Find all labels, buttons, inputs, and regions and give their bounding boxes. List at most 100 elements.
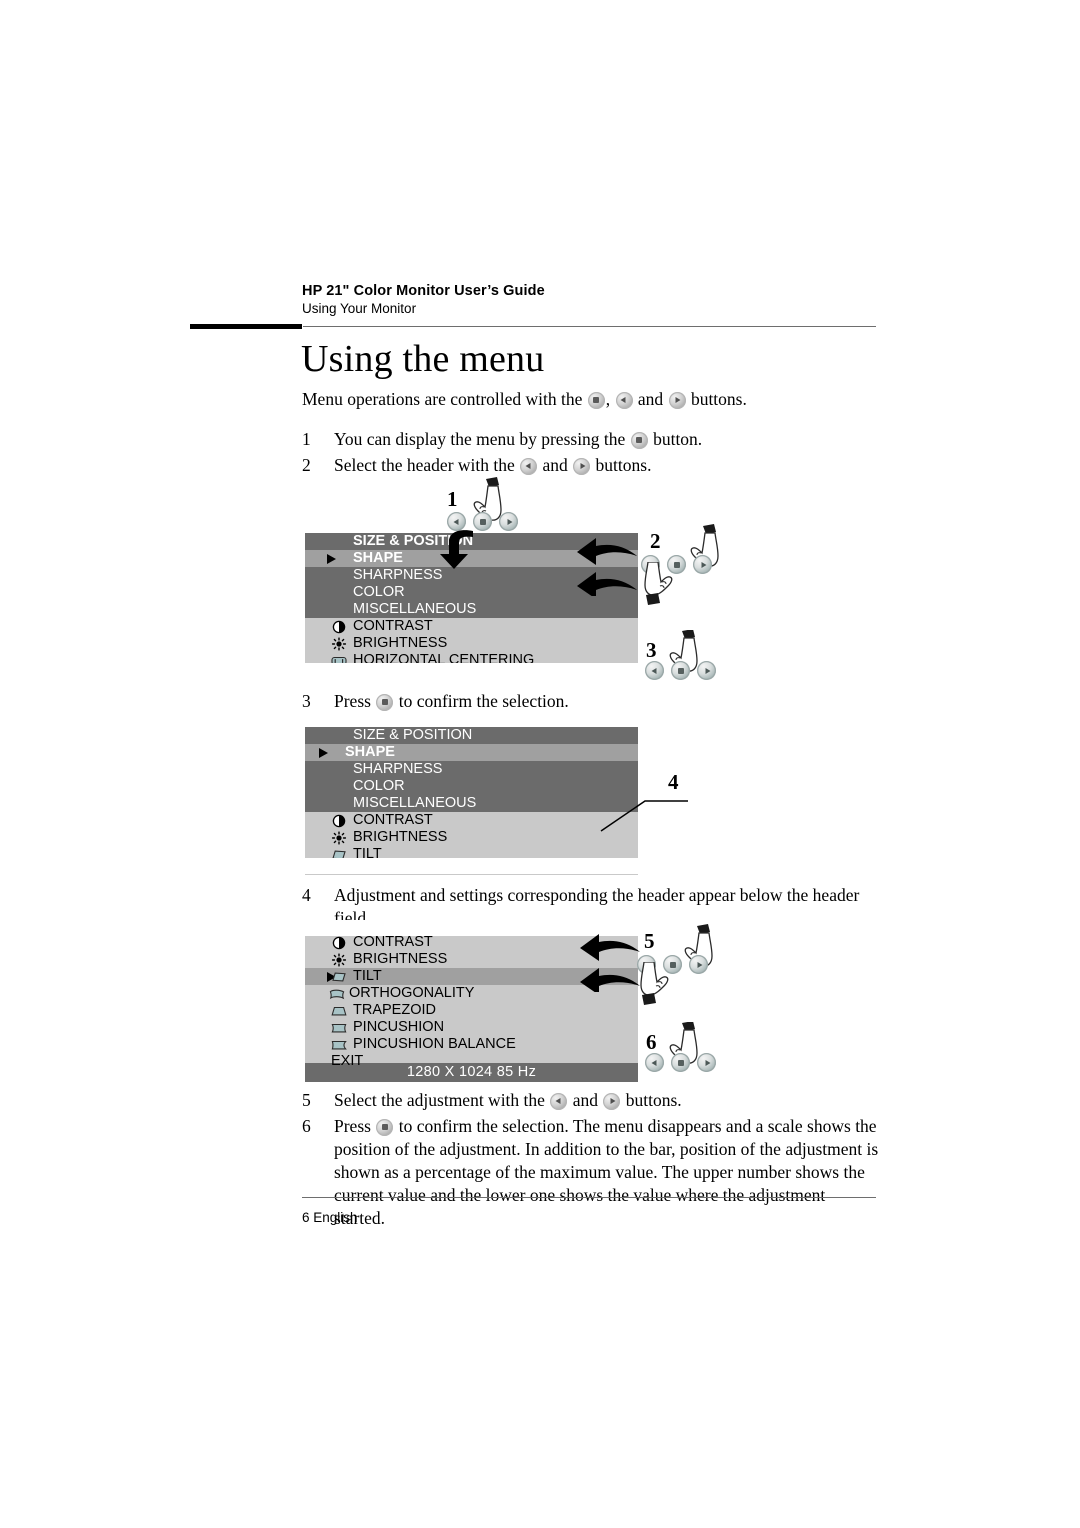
- list-item-step-3: 3 Press to confirm the selection.: [302, 690, 882, 713]
- osd-left-button-2[interactable]: [641, 555, 660, 574]
- osd-header-label: SHAPE: [353, 550, 403, 566]
- step-number: 4: [302, 885, 311, 905]
- step-text-segment: Press: [334, 1116, 376, 1136]
- tilt-icon: [332, 972, 346, 981]
- intro-paragraph: Menu operations are controlled with the …: [302, 388, 882, 410]
- osd-menu-button-5[interactable]: [663, 955, 682, 974]
- osd-header-label: SHARPNESS: [353, 761, 443, 777]
- osd-item-label: CONTRAST: [353, 618, 433, 634]
- osd-item-pincushion[interactable]: PINCUSHION: [305, 1019, 638, 1036]
- osd-right-button-6[interactable]: [697, 1053, 716, 1072]
- osd-header-label: COLOR: [353, 778, 405, 794]
- osd-items-section-3: CONTRAST BRIGHTNESS TILT ORTHOGONALITY T…: [305, 920, 638, 1069]
- selection-caret-icon: [327, 553, 336, 564]
- osd-item-brightness[interactable]: BRIGHTNESS: [305, 829, 638, 846]
- step-text: Press to confirm the selection. The menu…: [334, 1116, 878, 1228]
- menu-button-icon: [630, 431, 648, 449]
- right-button-icon: [668, 391, 686, 409]
- callout-2: 2: [650, 529, 661, 553]
- osd-left-button-3[interactable]: [645, 661, 664, 680]
- osd-right-button-2[interactable]: [693, 555, 712, 574]
- osd-menu-button-6[interactable]: [671, 1053, 690, 1072]
- steps-1-2: 1 You can display the menu by pressing t…: [302, 428, 882, 480]
- step-text: You can display the menu by pressing the…: [334, 429, 702, 449]
- callout-6: 6: [646, 1030, 657, 1054]
- header-rule-black: [190, 324, 302, 329]
- running-header: HP 21" Color Monitor User’s Guide Using …: [302, 283, 545, 317]
- osd-item-label: PINCUSHION: [353, 1019, 445, 1035]
- osd-item-orthogonality[interactable]: ORTHOGONALITY: [305, 985, 638, 1002]
- osd-item-label: BRIGHTNESS: [353, 951, 448, 967]
- osd-item-pincushion-balance[interactable]: PINCUSHION BALANCE: [305, 1036, 638, 1053]
- contrast-icon: [332, 620, 346, 633]
- list-item-step-1: 1 You can display the menu by pressing t…: [302, 428, 882, 451]
- osd-item-trapezoid[interactable]: TRAPEZOID: [305, 1002, 638, 1019]
- osd-header-miscellaneous[interactable]: MISCELLANEOUS: [305, 601, 638, 618]
- step-text-segment: You can display the menu by pressing the: [334, 429, 630, 449]
- right-button-icon: [573, 457, 591, 475]
- osd-header-sharpness[interactable]: SHARPNESS: [305, 761, 638, 778]
- osd-item-brightness[interactable]: BRIGHTNESS: [305, 635, 638, 652]
- step-text-segment: to confirm the selection.: [394, 691, 569, 711]
- steps-3: 3 Press to confirm the selection.: [302, 690, 882, 716]
- intro-text-4: buttons.: [686, 389, 747, 409]
- step-number: 2: [302, 455, 311, 475]
- osd-header-label: MISCELLANEOUS: [353, 795, 477, 811]
- step-number: 5: [302, 1090, 311, 1110]
- osd-item-brightness[interactable]: BRIGHTNESS: [305, 951, 638, 968]
- osd-item-label: BRIGHTNESS: [353, 635, 448, 651]
- document-page: HP 21" Color Monitor User’s Guide Using …: [0, 0, 1080, 1528]
- osd-header-label: SIZE & POSITION: [353, 727, 473, 743]
- osd-item-contrast[interactable]: CONTRAST: [305, 934, 638, 951]
- selection-caret-icon: [319, 747, 328, 758]
- osd-right-button-1[interactable]: [499, 512, 518, 531]
- osd-menu-button-3[interactable]: [671, 661, 690, 680]
- osd-item-label: CONTRAST: [353, 934, 433, 950]
- pincushion-balance-icon: [331, 1040, 347, 1049]
- osd-item-tilt[interactable]: TILT: [305, 968, 638, 985]
- step-text-segment: and: [568, 1090, 603, 1110]
- menu-button-icon: [587, 391, 605, 409]
- osd-item-contrast[interactable]: CONTRAST: [305, 812, 638, 829]
- orthogonality-icon: [329, 989, 345, 999]
- intro-text-3: and: [633, 389, 668, 409]
- osd-right-button-5[interactable]: [689, 955, 708, 974]
- osd-left-button-5[interactable]: [637, 955, 656, 974]
- osd-header-shape[interactable]: SHAPE: [305, 744, 638, 761]
- callout-4-leader-line: [600, 800, 688, 832]
- footer-text: 6 English: [302, 1210, 358, 1225]
- pincushion-icon: [331, 1023, 347, 1032]
- osd-menu-button-1[interactable]: [473, 512, 492, 531]
- osd-item-label: PINCUSHION BALANCE: [353, 1036, 516, 1052]
- osd-header-sharpness[interactable]: SHARPNESS: [305, 567, 638, 584]
- osd-left-button-1[interactable]: [447, 512, 466, 531]
- torn-edge-top-3: [305, 920, 638, 936]
- steps-5-6: 5 Select the adjustment with the and but…: [302, 1089, 880, 1233]
- osd-header-color[interactable]: COLOR: [305, 584, 638, 601]
- callout-1: 1: [447, 487, 458, 511]
- osd-item-label: CONTRAST: [353, 812, 433, 828]
- step-text: Press to confirm the selection.: [334, 691, 569, 711]
- osd-header-size-position[interactable]: SIZE & POSITION: [305, 727, 638, 744]
- osd-header-miscellaneous[interactable]: MISCELLANEOUS: [305, 795, 638, 812]
- osd-right-button-3[interactable]: [697, 661, 716, 680]
- step-number: 3: [302, 691, 311, 711]
- right-button-icon: [603, 1092, 621, 1110]
- osd-header-section-1: SIZE & POSITION SHAPE SHARPNESS COLOR MI…: [305, 533, 638, 618]
- osd-header-size-position[interactable]: SIZE & POSITION: [305, 533, 638, 550]
- step-text-segment: to confirm the selection. The menu disap…: [334, 1116, 879, 1228]
- osd-menu-button-2[interactable]: [667, 555, 686, 574]
- callout-3: 3: [646, 638, 657, 662]
- osd-header-section-2: SIZE & POSITION SHAPE SHARPNESS COLOR MI…: [305, 727, 638, 812]
- osd-item-contrast[interactable]: CONTRAST: [305, 618, 638, 635]
- osd-item-label: TRAPEZOID: [353, 1002, 436, 1018]
- left-button-icon: [615, 391, 633, 409]
- step-text-segment: button.: [648, 429, 703, 449]
- osd-header-color[interactable]: COLOR: [305, 778, 638, 795]
- osd-left-button-6[interactable]: [645, 1053, 664, 1072]
- osd-header-label: COLOR: [353, 584, 405, 600]
- step-text: Select the adjustment with the and butto…: [334, 1090, 682, 1110]
- intro-text-1: Menu operations are controlled with the: [302, 389, 587, 409]
- osd-header-shape[interactable]: SHAPE: [305, 550, 638, 567]
- osd-item-exit[interactable]: EXIT: [305, 1053, 638, 1070]
